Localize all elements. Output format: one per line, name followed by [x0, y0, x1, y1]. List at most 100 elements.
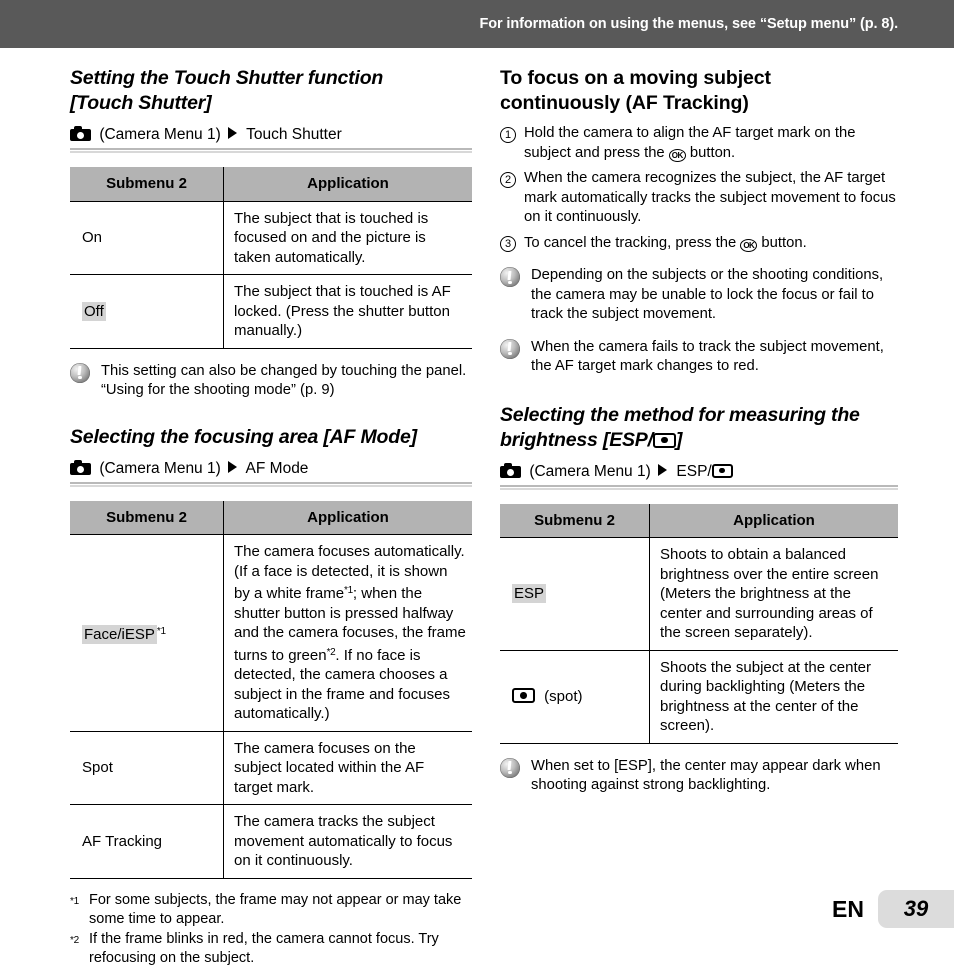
- cell-submenu-spot-metering[interactable]: (spot): [500, 650, 650, 744]
- af-mode-menu-prefix: (Camera Menu 1): [99, 459, 221, 477]
- cell-application-esp: Shoots to obtain a balanced brightness o…: [649, 537, 898, 651]
- esp-table: Submenu 2 Application ESP Shoots to obta…: [500, 503, 898, 744]
- step-number: 2: [500, 171, 516, 188]
- submenu-value-af-tracking: AF Tracking: [82, 832, 163, 850]
- touch-shutter-note-text: This setting can also be changed by touc…: [101, 362, 467, 399]
- esp-menu-target: ESP/: [676, 462, 712, 480]
- touch-shutter-menu-target: Touch Shutter: [246, 126, 342, 143]
- section-esp: Selecting the method for measuring the b…: [500, 403, 898, 796]
- ok-button-icon: OK: [668, 148, 686, 162]
- procedure-step: 1 Hold the camera to align the AF target…: [500, 124, 898, 163]
- footnote-text: For some subjects, the frame may not app…: [89, 891, 462, 927]
- cell-submenu-on[interactable]: On: [70, 201, 224, 275]
- table-row: (spot) Shoots the subject at the center …: [500, 650, 898, 744]
- procedure-step: 2 When the camera recognizes the subject…: [500, 169, 898, 228]
- camera-icon: [500, 462, 521, 478]
- table-header-row: Submenu 2 Application: [500, 503, 898, 538]
- footnote-ref-1: *1: [156, 625, 166, 637]
- footnote-ref-1: *1: [344, 585, 353, 596]
- af-tracking-heading-line1: To focus on a moving subject: [500, 67, 771, 89]
- cell-submenu-off[interactable]: Off: [70, 274, 224, 349]
- arrow-right-icon: [228, 460, 238, 473]
- touch-shutter-divider: [70, 148, 472, 153]
- touch-shutter-note: This setting can also be changed by touc…: [70, 362, 472, 401]
- table-header-row: Submenu 2 Application: [70, 500, 472, 535]
- esp-note-text: When set to [ESP], the center may appear…: [531, 757, 881, 794]
- footnote-mark: *1: [70, 895, 79, 907]
- step-text-after: button.: [757, 234, 807, 251]
- af-mode-heading-line1: Selecting the focusing area [AF Mode]: [70, 425, 417, 448]
- cell-submenu-esp[interactable]: ESP: [500, 537, 650, 651]
- table-row: AF Tracking The camera tracks the subjec…: [70, 804, 472, 879]
- cell-application-on: The subject that is touched is focused o…: [223, 201, 472, 275]
- spot-metering-icon: [512, 687, 535, 703]
- af-mode-heading: Selecting the focusing area [AF Mode]: [70, 425, 472, 450]
- af-mode-footnotes: *1 For some subjects, the frame may not …: [70, 891, 472, 968]
- submenu-value-face-iesp: Face/iESP: [82, 624, 157, 644]
- footnote-item: *2 If the frame blinks in red, the camer…: [70, 930, 472, 968]
- warning-icon: [500, 757, 520, 778]
- submenu-value-esp: ESP: [512, 584, 547, 603]
- right-column: To focus on a moving subject continuousl…: [500, 66, 898, 796]
- af-tracking-note-text: Depending on the subjects or the shootin…: [531, 267, 884, 322]
- af-tracking-heading-line2: continuously (AF Tracking): [500, 92, 749, 114]
- af-mode-divider: [70, 481, 472, 487]
- footnote-item: *1 For some subjects, the frame may not …: [70, 891, 472, 929]
- camera-icon: [70, 126, 91, 141]
- step-number: 1: [500, 126, 516, 143]
- af-mode-menu-target: AF Mode: [245, 459, 309, 477]
- header-notice-text: For information on using the menus, see …: [479, 16, 898, 32]
- table-row: On The subject that is touched is focuse…: [70, 201, 472, 275]
- step-text: To cancel the tracking, press the OK but…: [524, 234, 898, 254]
- column-header-submenu: Submenu 2: [70, 167, 224, 202]
- warning-icon: [500, 338, 520, 359]
- cell-application-spot-metering: Shoots the subject at the center during …: [649, 650, 898, 744]
- procedure-step: 3 To cancel the tracking, press the OK b…: [500, 234, 898, 254]
- cell-submenu-af-tracking[interactable]: AF Tracking: [70, 804, 224, 879]
- submenu-value-spot: Spot: [82, 759, 113, 776]
- page-footer: EN 39: [832, 890, 954, 928]
- cell-submenu-spot[interactable]: Spot: [70, 731, 224, 805]
- cell-application-off: The subject that is touched is AF locked…: [223, 274, 472, 349]
- cell-submenu-face-iesp[interactable]: Face/iESP *1: [70, 534, 224, 732]
- section-touch-shutter: Setting the Touch Shutter function [Touc…: [70, 66, 472, 401]
- esp-menu-path: (Camera Menu 1) ESP/: [500, 462, 898, 485]
- af-mode-table: Submenu 2 Application Face/iESP *1 The ca…: [70, 500, 472, 879]
- table-row: ESP Shoots to obtain a balanced brightne…: [500, 537, 898, 651]
- step-text: Hold the camera to align the AF target m…: [524, 124, 898, 163]
- table-header-row: Submenu 2 Application: [70, 167, 472, 202]
- cell-application-af-tracking: The camera tracks the subject movement a…: [223, 804, 472, 879]
- arrow-right-icon: [658, 463, 668, 476]
- page-header-bar: For information on using the menus, see …: [0, 0, 954, 48]
- table-row: Face/iESP *1 The camera focuses automatic…: [70, 534, 472, 732]
- esp-heading-line2-after: ]: [675, 428, 683, 451]
- step-number: 3: [500, 236, 516, 252]
- cell-application-face-iesp: The camera focuses automatically. (If a …: [223, 534, 472, 732]
- left-column: Setting the Touch Shutter function [Touc…: [70, 66, 472, 969]
- touch-shutter-menu-prefix: (Camera Menu 1): [99, 126, 221, 143]
- footnote-text: If the frame blinks in red, the camera c…: [89, 930, 439, 966]
- ok-button-icon: OK: [740, 238, 758, 252]
- table-row: Off The subject that is touched is AF lo…: [70, 274, 472, 349]
- submenu-value-spot-metering: (spot): [544, 687, 583, 705]
- column-header-submenu: Submenu 2: [70, 500, 224, 535]
- step-text-after: button.: [685, 144, 736, 161]
- esp-heading-line2-before: brightness [ESP/: [500, 428, 653, 451]
- section-af-mode: Selecting the focusing area [AF Mode] (C…: [70, 425, 472, 968]
- warning-icon: [500, 267, 520, 287]
- af-tracking-note-text: When the camera fails to track the subje…: [531, 338, 884, 375]
- column-header-submenu: Submenu 2: [500, 503, 650, 538]
- esp-heading: Selecting the method for measuring the b…: [500, 403, 898, 453]
- column-header-application: Application: [223, 167, 472, 202]
- esp-note: When set to [ESP], the center may appear…: [500, 757, 898, 796]
- touch-shutter-menu-path: (Camera Menu 1) Touch Shutter: [70, 125, 472, 148]
- spot-metering-icon: [652, 432, 676, 448]
- esp-divider: [500, 484, 898, 490]
- touch-shutter-heading-line1: Setting the Touch Shutter function: [70, 67, 384, 89]
- step-text: When the camera recognizes the subject, …: [524, 170, 896, 225]
- submenu-value-on: On: [82, 229, 103, 246]
- esp-menu-prefix: (Camera Menu 1): [529, 462, 651, 480]
- column-header-application: Application: [649, 503, 898, 538]
- footnote-mark: *2: [70, 934, 79, 946]
- cell-application-spot: The camera focuses on the subject locate…: [223, 731, 472, 805]
